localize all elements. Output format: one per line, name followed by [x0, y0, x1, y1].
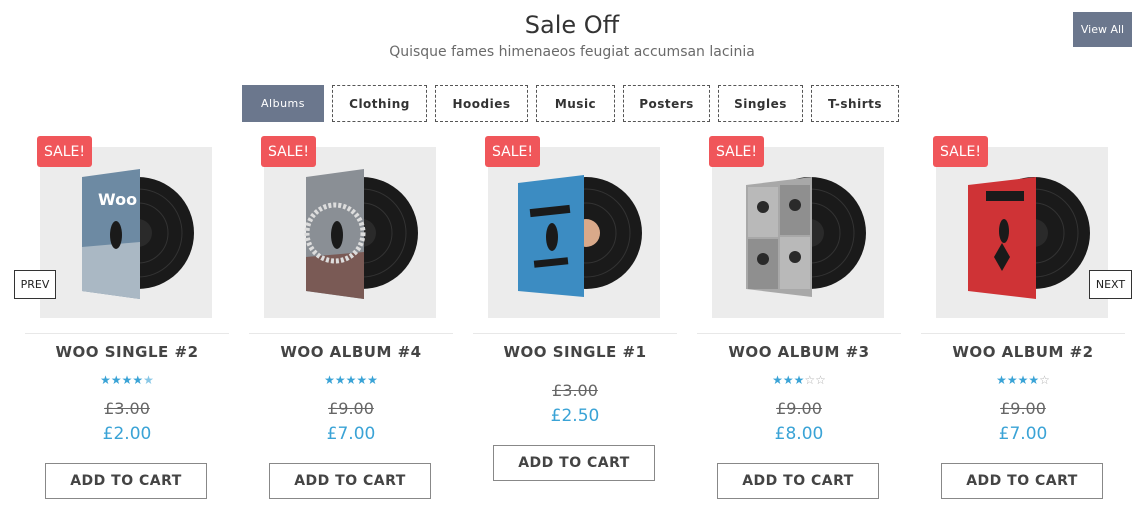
svg-text:Woo: Woo: [98, 190, 137, 209]
product-name[interactable]: WOO ALBUM #3: [697, 343, 901, 361]
vinyl-record-icon: [968, 177, 1090, 299]
tab-singles[interactable]: Singles: [718, 85, 803, 122]
product-card: SALE! Woo WOO SINGLE #2 ★★★★★ £3.00 £2.0…: [25, 136, 229, 506]
sale-badge: SALE!: [261, 136, 316, 167]
old-price: £9.00: [776, 399, 822, 418]
product-image[interactable]: [264, 147, 436, 318]
rating-stars: ★★★★★: [100, 373, 154, 387]
tab-t-shirts[interactable]: T-shirts: [811, 85, 899, 122]
tab-albums[interactable]: Albums: [242, 85, 324, 122]
tab-posters[interactable]: Posters: [623, 85, 710, 122]
old-price: £3.00: [552, 381, 598, 400]
vinyl-record-icon: [746, 177, 866, 297]
tab-clothing[interactable]: Clothing: [332, 85, 427, 122]
divider: [25, 333, 229, 334]
sale-price: £2.50: [550, 406, 600, 426]
vinyl-record-icon: Woo: [82, 169, 194, 299]
product-name[interactable]: WOO ALBUM #4: [249, 343, 453, 361]
add-to-cart-button[interactable]: ADD TO CART: [45, 463, 207, 499]
old-price: £9.00: [328, 399, 374, 418]
sale-badge: SALE!: [709, 136, 764, 167]
product-image[interactable]: Woo: [40, 147, 212, 318]
next-button[interactable]: NEXT: [1089, 270, 1132, 299]
vinyl-record-icon: [304, 169, 418, 299]
product-card: SALE! WOO SINGLE #1 £3.00 £2.50 ADD TO C…: [473, 136, 677, 506]
product-name[interactable]: WOO ALBUM #2: [921, 343, 1125, 361]
sale-badge: SALE!: [933, 136, 988, 167]
old-price: £9.00: [1000, 399, 1046, 418]
tab-hoodies[interactable]: Hoodies: [435, 85, 528, 122]
add-to-cart-button[interactable]: ADD TO CART: [717, 463, 879, 499]
product-name[interactable]: WOO SINGLE #1: [473, 343, 677, 361]
divider: [473, 333, 677, 334]
section-subtitle: Quisque fames himenaeos feugiat accumsan…: [389, 44, 755, 60]
sale-price: £2.00: [102, 424, 152, 444]
divider: [697, 333, 901, 334]
vinyl-record-icon: [518, 175, 642, 297]
divider: [249, 333, 453, 334]
add-to-cart-button[interactable]: ADD TO CART: [493, 445, 655, 481]
tab-music[interactable]: Music: [536, 85, 615, 122]
product-card: SALE! WOO ALBUM #3 ★★★☆☆ £9.00 £8.00 ADD…: [697, 136, 901, 506]
sale-price: £7.00: [326, 424, 376, 444]
divider: [921, 333, 1125, 334]
sale-badge: SALE!: [485, 136, 540, 167]
prev-button[interactable]: PREV: [14, 270, 56, 299]
product-card: SALE! WOO ALBUM #4 ★★★★★ £9.00 £7.00 ADD…: [249, 136, 453, 506]
old-price: £3.00: [104, 399, 150, 418]
view-all-button[interactable]: View All: [1073, 12, 1132, 47]
add-to-cart-button[interactable]: ADD TO CART: [941, 463, 1103, 499]
rating-stars: ★★★★☆: [996, 373, 1050, 387]
product-image[interactable]: [488, 147, 660, 318]
sale-badge: SALE!: [37, 136, 92, 167]
rating-stars: ★★★☆☆: [772, 373, 826, 387]
product-image[interactable]: [936, 147, 1108, 318]
product-name[interactable]: WOO SINGLE #2: [25, 343, 229, 361]
section-title: Sale Off: [524, 11, 620, 39]
rating-stars: ★★★★★: [324, 373, 378, 387]
sale-price: £8.00: [774, 424, 824, 444]
add-to-cart-button[interactable]: ADD TO CART: [269, 463, 431, 499]
product-image[interactable]: [712, 147, 884, 318]
sale-price: £7.00: [998, 424, 1048, 444]
product-card: SALE! WOO ALBUM #2 ★★★★☆ £9.00 £7.00 ADD…: [921, 136, 1125, 506]
